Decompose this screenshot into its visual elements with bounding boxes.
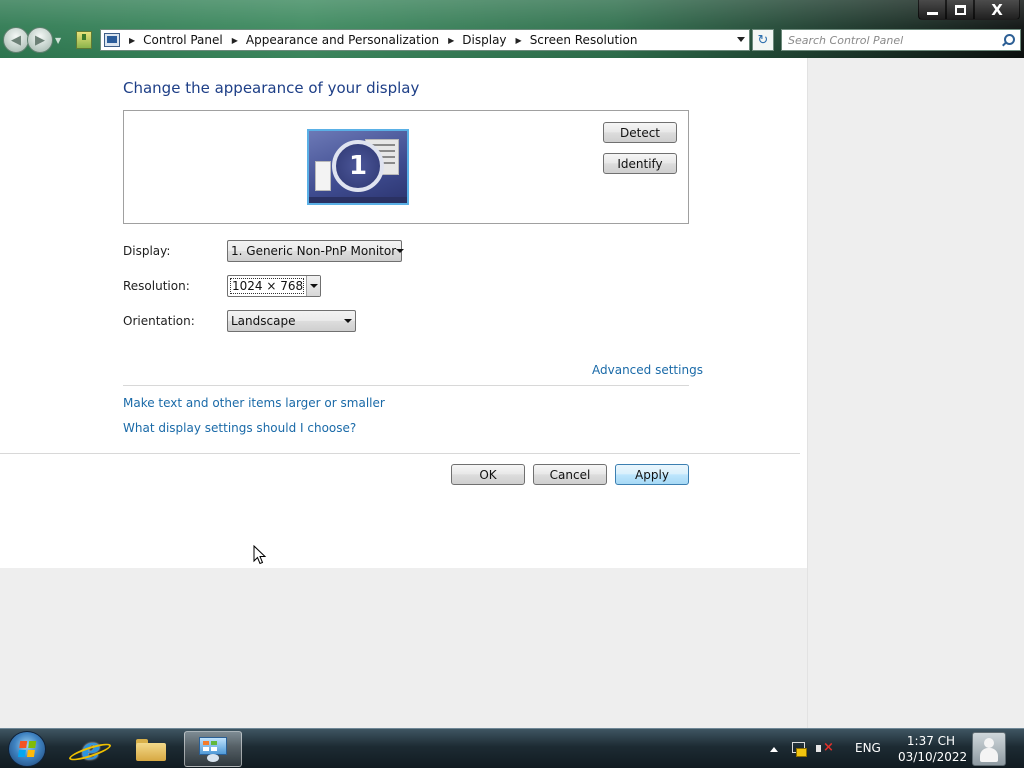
chevron-down-icon [341,311,355,331]
monitor-1-icon[interactable]: 1 [307,129,409,205]
cancel-button[interactable]: Cancel [533,464,607,485]
advanced-settings-link[interactable]: Advanced settings [592,363,703,377]
breadcrumb-arrow-icon[interactable]: ▶ [516,36,522,45]
resolution-select-value: 1024 × 768 [230,278,305,294]
refresh-button[interactable]: ↻ [752,29,774,51]
taskbar: e ENG 1:37 CH 03/10/2022 [0,728,1024,768]
resolution-label: Resolution: [123,279,190,293]
back-button[interactable]: ◀ [3,27,29,53]
search-box[interactable] [781,29,1021,51]
resolution-select[interactable]: 1024 × 768 [227,275,321,297]
monitor-number: 1 [332,140,384,192]
orientation-select[interactable]: Landscape [227,310,356,332]
orientation-select-value: Landscape [231,314,296,328]
window-controls: X [918,0,1020,20]
main-content: Change the appearance of your display 1 … [0,58,807,568]
close-icon: X [991,0,1003,19]
restore-icon [954,4,966,15]
display-label: Display: [123,244,171,258]
user-avatar-icon[interactable] [972,732,1006,766]
breadcrumb-screen-resolution[interactable]: Screen Resolution [530,33,638,47]
text-size-link[interactable]: Make text and other items larger or smal… [123,396,385,410]
recent-pages-dropdown-icon[interactable]: ▼ [55,36,61,45]
control-panel-screen [199,737,227,755]
right-pane [807,58,1024,728]
search-input[interactable] [788,31,999,49]
apply-button[interactable]: Apply [615,464,689,485]
nav-buttons: ◀ ▶ ▼ [3,27,61,53]
show-hidden-icons-icon[interactable] [770,746,778,752]
ok-button[interactable]: OK [451,464,525,485]
restore-button[interactable] [946,0,974,20]
control-panel-bubble [207,754,219,762]
orientation-label: Orientation: [123,314,195,328]
volume-muted-icon[interactable] [816,740,834,756]
monitor-window-icon [315,161,331,191]
button-row-divider [0,453,800,454]
forward-arrow-icon: ▶ [35,32,45,48]
breadcrumb-appearance[interactable]: Appearance and Personalization [246,33,439,47]
display-select-value: 1. Generic Non-PnP Monitor [231,244,397,258]
language-indicator[interactable]: ENG [855,741,881,755]
display-select[interactable]: 1. Generic Non-PnP Monitor [227,240,402,262]
back-arrow-icon: ◀ [11,32,21,48]
forward-button[interactable]: ▶ [27,27,53,53]
lower-blank-area [0,568,807,728]
breadcrumb-arrow-icon[interactable]: ▶ [232,36,238,45]
clock-date: 03/10/2022 [898,750,968,764]
chevron-down-icon [396,241,404,261]
system-tray [770,729,834,768]
breadcrumb-control-panel[interactable]: Control Panel [143,33,223,47]
search-icon[interactable] [999,31,1017,49]
close-button[interactable]: X [974,0,1020,20]
page-title: Change the appearance of your display [123,79,420,97]
taskbar-control-panel[interactable] [184,731,242,767]
minimize-button[interactable] [918,0,946,20]
taskbar-internet-explorer[interactable]: e [62,731,120,767]
breadcrumb-arrow-icon[interactable]: ▶ [129,36,135,45]
identify-button[interactable]: Identify [603,153,677,174]
network-icon[interactable] [792,742,807,757]
clock-time: 1:37 CH [906,734,956,748]
mouse-cursor-icon [253,545,267,565]
control-panel-icon [104,33,120,47]
address-bar[interactable]: ▶ Control Panel ▶ Appearance and Persona… [100,29,750,51]
address-dropdown-icon[interactable] [737,37,745,42]
up-level-icon[interactable] [76,31,92,49]
detect-button[interactable]: Detect [603,122,677,143]
control-panel-icon [198,736,228,762]
start-button[interactable] [8,731,46,767]
file-explorer-icon [136,737,166,761]
taskbar-file-explorer[interactable] [122,731,180,767]
title-bar: X ◀ ▶ ▼ ▶ Control Panel ▶ Appearance and… [0,0,1024,58]
windows-logo-icon [17,741,37,758]
chevron-down-icon [306,276,320,296]
monitor-taskbar-strip [309,197,407,203]
minimize-icon [926,11,938,15]
divider [123,385,689,386]
display-help-link[interactable]: What display settings should I choose? [123,421,356,435]
monitor-preview-panel: 1 Detect Identify [123,110,689,224]
breadcrumb-display[interactable]: Display [462,33,506,47]
breadcrumb-arrow-icon[interactable]: ▶ [448,36,454,45]
refresh-icon: ↻ [757,32,769,48]
clock[interactable]: 1:37 CH 03/10/2022 [898,733,968,765]
